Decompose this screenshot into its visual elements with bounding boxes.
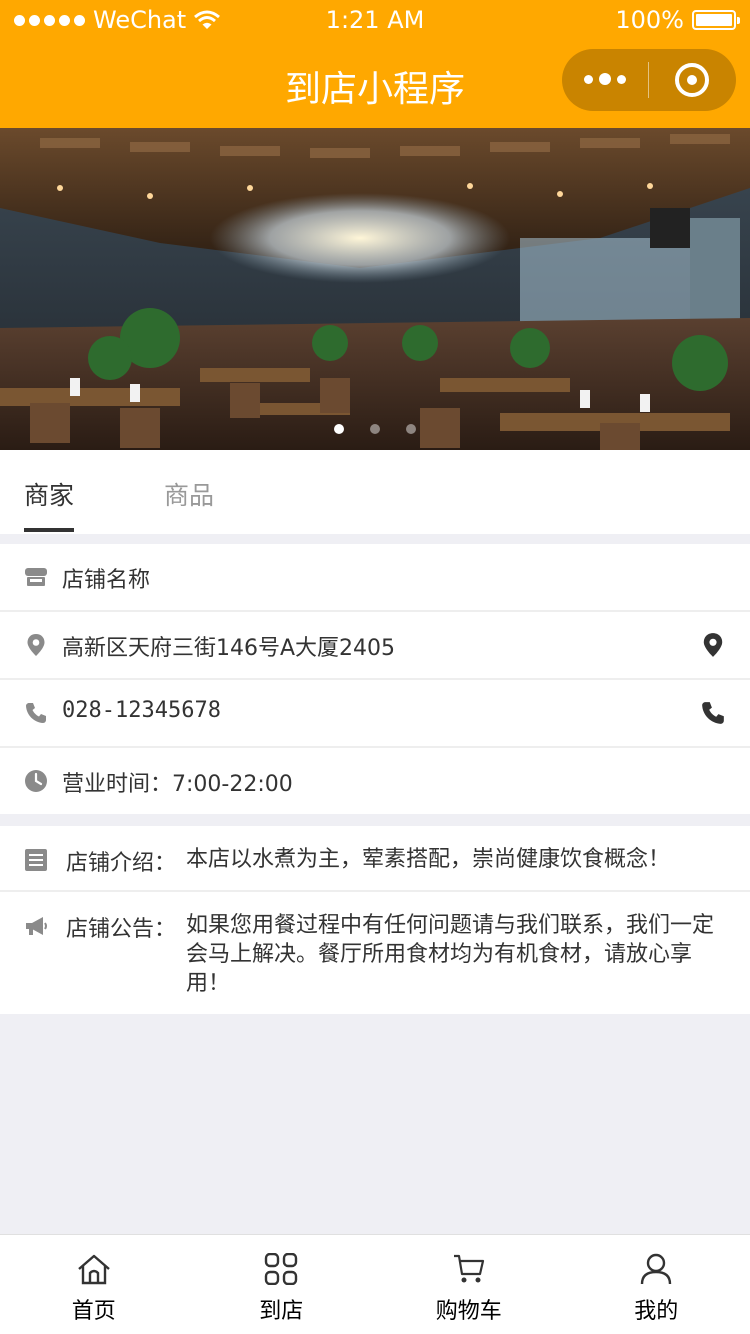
hours-row: 营业时间：7:00-22:00 [0, 748, 750, 814]
notice-row: 店铺公告： 如果您用餐过程中有任何问题请与我们联系，我们一定会马上解决。餐厅所用… [0, 892, 750, 1014]
call-icon[interactable] [700, 700, 726, 726]
active-tab-indicator [24, 528, 74, 532]
top-bar: WeChat 1:21 AM 100% 到店小程序 [0, 0, 750, 128]
tabbar-item-store[interactable]: 到店 [188, 1235, 376, 1334]
address-row[interactable]: 高新区天府三街146号A大厦2405 [0, 612, 750, 680]
tabbar-label-cart: 购物车 [435, 1299, 502, 1324]
phone-icon [26, 703, 46, 723]
notice-label: 店铺公告： [66, 917, 177, 942]
store-phone: 028-12345678 [62, 698, 221, 723]
user-icon [641, 1253, 672, 1285]
carousel-indicators [0, 424, 750, 434]
document-icon [25, 849, 47, 871]
cart-icon [453, 1254, 484, 1283]
carousel-dot[interactable] [406, 424, 416, 434]
store-about-group: 店铺介绍： 本店以水煮为主，荤素搭配，崇尚健康饮食概念！ 店铺公告： 如果您用餐… [0, 826, 750, 1014]
status-right: 100% [615, 6, 740, 34]
store-name-row: 店铺名称 [0, 544, 750, 612]
battery-icon [692, 10, 740, 30]
intro-label: 店铺介绍： [66, 851, 177, 876]
tabbar-item-profile[interactable]: 我的 [563, 1235, 750, 1334]
notice-text: 如果您用餐过程中有任何问题请与我们联系，我们一定会马上解决。餐厅所用食材均为有机… [186, 913, 715, 996]
store-name: 店铺名称 [62, 568, 151, 593]
grid-icon [265, 1253, 298, 1285]
store-icon [25, 568, 47, 586]
bottom-tab-bar: 首页 到店 购物车 我的 [0, 1234, 750, 1334]
battery-percent: 100% [615, 6, 684, 34]
close-target-icon [675, 63, 709, 97]
intro-text: 本店以水煮为主，荤素搭配，崇尚健康饮食概念！ [186, 847, 671, 872]
carousel-dot[interactable] [370, 424, 380, 434]
phone-row[interactable]: 028-12345678 [0, 680, 750, 748]
tabbar-label-home: 首页 [71, 1299, 116, 1324]
location-icon [27, 634, 45, 656]
intro-row: 店铺介绍： 本店以水煮为主，荤素搭配，崇尚健康饮食概念！ [0, 826, 750, 892]
carousel-dot[interactable] [334, 424, 344, 434]
tabbar-label-profile: 我的 [634, 1299, 679, 1324]
close-button[interactable] [649, 63, 735, 97]
restaurant-photo [0, 128, 750, 450]
store-hours: 营业时间：7:00-22:00 [62, 772, 293, 797]
mini-program-capsule [562, 49, 736, 111]
tab-bar-top: 商家 商品 [0, 450, 750, 534]
status-bar: WeChat 1:21 AM 100% [0, 0, 750, 40]
store-info-group: 店铺名称 高新区天府三街146号A大厦2405 028-12345678 营业时… [0, 544, 750, 814]
store-address: 高新区天府三街146号A大厦2405 [62, 636, 396, 661]
tab-merchant[interactable]: 商家 [24, 476, 74, 512]
tabbar-label-store: 到店 [259, 1299, 304, 1324]
tabbar-item-home[interactable]: 首页 [0, 1235, 188, 1334]
tab-products[interactable]: 商品 [164, 476, 214, 512]
home-icon [77, 1254, 110, 1285]
clock-icon [25, 770, 47, 792]
tabbar-item-cart[interactable]: 购物车 [375, 1235, 563, 1334]
banner-carousel[interactable] [0, 128, 750, 450]
megaphone-icon [26, 917, 47, 935]
map-pin-icon[interactable] [700, 632, 726, 658]
more-button[interactable] [562, 73, 648, 86]
